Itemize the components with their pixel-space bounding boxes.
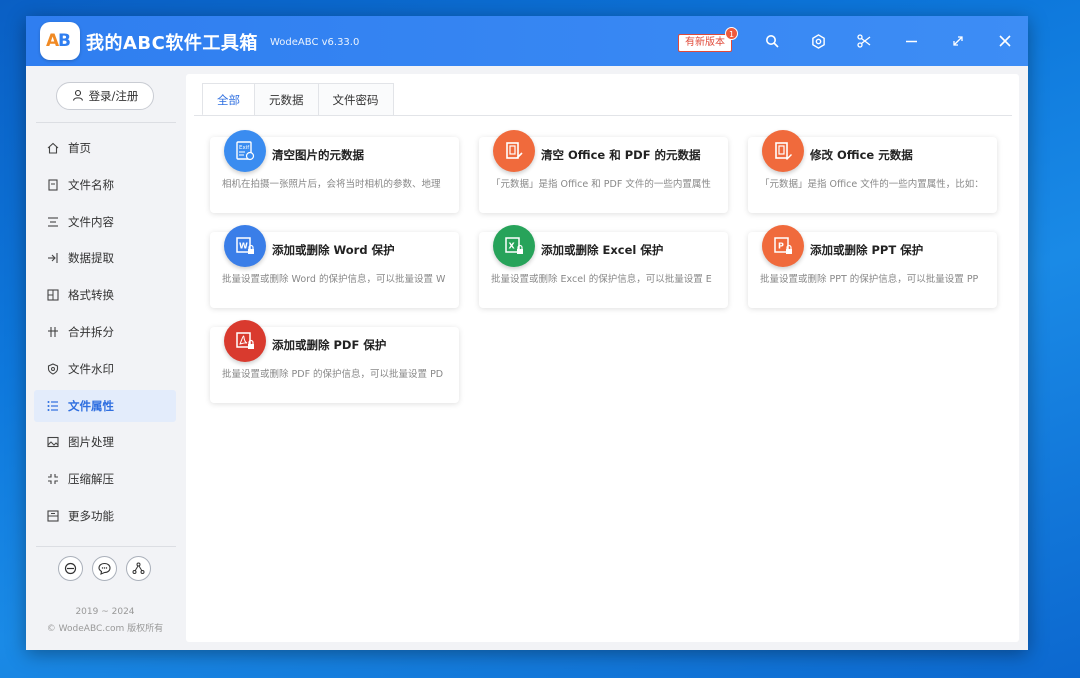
tab-all[interactable]: 全部 — [202, 83, 255, 116]
svg-text:W: W — [239, 242, 248, 251]
user-icon — [72, 89, 84, 104]
copyright-text: © WodeABC.com 版权所有 — [46, 624, 164, 634]
sidebar-item-label: 文件属性 — [68, 398, 114, 413]
compress-icon — [46, 472, 60, 486]
sidebar-nav: 首页 文件名称 文件内容 数据提取 格式转换 合并拆分 文件水印 文件属性 图片… — [34, 132, 176, 537]
login-button[interactable]: 登录/注册 — [56, 82, 154, 110]
sidebar-item-file-content[interactable]: 文件内容 — [34, 206, 176, 238]
tool-card-excel-protection[interactable]: X 添加或删除 Excel 保护 批量设置或删除 Excel 的保护信息，可以批… — [479, 225, 728, 308]
sidebar-item-label: 更多功能 — [68, 508, 114, 523]
data-extract-icon — [46, 251, 60, 265]
tab-file-password[interactable]: 文件密码 — [317, 83, 394, 116]
sidebar-item-label: 文件水印 — [68, 361, 114, 376]
watermark-icon — [46, 362, 60, 376]
new-version-button[interactable]: 有新版本 1 — [678, 27, 738, 52]
sidebar: 登录/注册 首页 文件名称 文件内容 数据提取 格式转换 合并拆分 文件水印 文… — [26, 66, 184, 650]
sidebar-item-label: 文件内容 — [68, 214, 114, 229]
sidebar-item-file-properties[interactable]: 文件属性 — [34, 389, 176, 422]
app-version: WodeABC v6.33.0 — [270, 37, 360, 48]
format-convert-icon — [46, 288, 60, 302]
tool-card-clear-office-pdf-metadata[interactable]: 清空 Office 和 PDF 的元数据 「元数据」是指 Office 和 PD… — [479, 130, 728, 213]
image-icon — [46, 435, 60, 449]
office-clear-icon — [493, 130, 535, 172]
file-name-icon — [46, 178, 60, 192]
search-icon[interactable] — [762, 31, 782, 51]
browser-icon[interactable] — [58, 556, 83, 581]
title-bar: A B 我的ABC软件工具箱 WodeABC v6.33.0 有新版本 1 — [26, 16, 1028, 66]
svg-text:Exif: Exif — [239, 145, 250, 151]
sidebar-item-compress[interactable]: 压缩解压 — [34, 463, 176, 495]
pdf-lock-icon — [224, 320, 266, 362]
exif-icon: Exif — [224, 130, 266, 172]
card-title: 添加或删除 PDF 保护 — [272, 338, 387, 352]
settings-icon[interactable] — [808, 31, 828, 51]
tool-card-edit-office-metadata[interactable]: 修改 Office 元数据 「元数据」是指 Office 文件的一些内置属性，比… — [748, 130, 997, 213]
tab-divider — [194, 115, 1012, 116]
more-icon — [46, 509, 60, 523]
sidebar-item-data-extract[interactable]: 数据提取 — [34, 242, 176, 274]
tool-card-clear-image-metadata[interactable]: Exif 清空图片的元数据 相机在拍摄一张照片后，会将当时相机的参数、地理 — [210, 130, 459, 213]
file-properties-icon — [46, 399, 60, 413]
sidebar-item-watermark[interactable]: 文件水印 — [34, 353, 176, 385]
sidebar-item-more[interactable]: 更多功能 — [34, 500, 176, 532]
sidebar-item-label: 数据提取 — [68, 251, 114, 266]
card-title: 添加或删除 PPT 保护 — [810, 243, 924, 257]
sidebar-item-label: 合并拆分 — [68, 324, 114, 339]
notification-badge: 1 — [725, 27, 738, 40]
word-lock-icon: W — [224, 225, 266, 267]
merge-split-icon — [46, 325, 60, 339]
card-title: 添加或删除 Excel 保护 — [541, 243, 664, 257]
card-title: 清空 Office 和 PDF 的元数据 — [541, 148, 701, 162]
card-description: 批量设置或删除 Word 的保护信息，可以批量设置 W — [222, 274, 446, 285]
tool-card-ppt-protection[interactable]: P 添加或删除 PPT 保护 批量设置或删除 PPT 的保护信息，可以批量设置 … — [748, 225, 997, 308]
footer-icons — [58, 556, 151, 581]
tab-bar: 全部 元数据 文件密码 — [202, 83, 394, 116]
maximize-icon[interactable] — [948, 31, 968, 51]
sidebar-item-label: 压缩解压 — [68, 472, 114, 487]
excel-lock-icon: X — [493, 225, 535, 267]
divider — [36, 122, 176, 123]
divider — [36, 546, 176, 547]
card-description: 「元数据」是指 Office 和 PDF 文件的一些内置属性 — [491, 179, 711, 190]
tool-card-word-protection[interactable]: W 添加或删除 Word 保护 批量设置或删除 Word 的保护信息，可以批量设… — [210, 225, 459, 308]
sidebar-item-merge-split[interactable]: 合并拆分 — [34, 316, 176, 348]
share-icon[interactable] — [126, 556, 151, 581]
tab-metadata[interactable]: 元数据 — [254, 83, 319, 116]
svg-text:X: X — [509, 242, 516, 251]
login-label: 登录/注册 — [88, 89, 139, 103]
copyright-years: 2019 ~ 2024 — [75, 607, 135, 617]
card-title: 添加或删除 Word 保护 — [272, 243, 395, 257]
main-panel: 全部 元数据 文件密码 Exif 清空图片的元数据 相机在拍摄一张照片后，会将当… — [186, 74, 1019, 642]
app-logo: A B — [40, 22, 80, 60]
sidebar-item-file-name[interactable]: 文件名称 — [34, 169, 176, 201]
app-window: A B 我的ABC软件工具箱 WodeABC v6.33.0 有新版本 1 登录… — [26, 16, 1028, 650]
scissors-icon[interactable] — [854, 31, 874, 51]
card-description: 批量设置或删除 PDF 的保护信息，可以批量设置 PD — [222, 369, 444, 380]
card-description: 批量设置或删除 Excel 的保护信息，可以批量设置 E — [491, 274, 712, 285]
new-version-label: 有新版本 — [685, 37, 725, 48]
card-description: 相机在拍摄一张照片后，会将当时相机的参数、地理 — [222, 179, 441, 190]
minimize-icon[interactable] — [901, 31, 921, 51]
sidebar-item-label: 首页 — [68, 141, 91, 155]
office-edit-icon — [762, 130, 804, 172]
sidebar-item-label: 文件名称 — [68, 177, 114, 192]
close-icon[interactable] — [995, 31, 1015, 51]
file-content-icon — [46, 215, 60, 229]
sidebar-item-label: 图片处理 — [68, 435, 114, 450]
logo-letter-b: B — [58, 31, 71, 51]
svg-text:P: P — [778, 242, 784, 251]
ppt-lock-icon: P — [762, 225, 804, 267]
sidebar-item-label: 格式转换 — [68, 288, 114, 303]
tool-card-pdf-protection[interactable]: 添加或删除 PDF 保护 批量设置或删除 PDF 的保护信息，可以批量设置 PD — [210, 320, 459, 403]
sidebar-item-home[interactable]: 首页 — [34, 132, 176, 164]
card-description: 「元数据」是指 Office 文件的一些内置属性，比如： — [760, 179, 984, 190]
home-icon — [46, 141, 60, 155]
app-title: 我的ABC软件工具箱 — [86, 33, 258, 54]
card-description: 批量设置或删除 PPT 的保护信息，可以批量设置 PP — [760, 274, 979, 285]
card-title: 修改 Office 元数据 — [810, 148, 913, 162]
sidebar-item-image[interactable]: 图片处理 — [34, 426, 176, 458]
chat-icon[interactable] — [92, 556, 117, 581]
card-title: 清空图片的元数据 — [272, 148, 364, 162]
sidebar-item-format-convert[interactable]: 格式转换 — [34, 279, 176, 311]
